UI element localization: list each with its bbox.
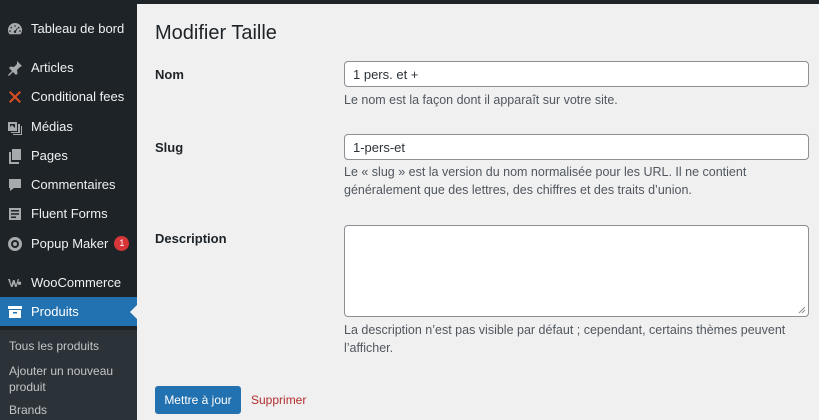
admin-sidebar: Tableau de bord Articles Conditional fee… bbox=[0, 4, 137, 420]
submenu-item-tous-les-produits[interactable]: Tous les produits bbox=[9, 338, 99, 354]
sidebar-item-pages[interactable]: Pages bbox=[0, 141, 137, 170]
slug-label: Slug bbox=[155, 140, 184, 155]
page-title: Modifier Taille bbox=[155, 22, 277, 44]
name-input[interactable] bbox=[344, 61, 809, 87]
description-textarea[interactable] bbox=[344, 225, 809, 317]
submenu-item-ajouter-produit[interactable]: Ajouter un nouveau produit bbox=[9, 363, 133, 395]
sidebar-item-conditional-fees[interactable]: Conditional fees bbox=[0, 82, 137, 111]
description-help-line: La description n’est pas visible par déf… bbox=[344, 323, 786, 337]
comment-icon bbox=[7, 177, 23, 193]
woocommerce-icon bbox=[7, 275, 23, 291]
delete-link[interactable]: Supprimer bbox=[251, 393, 306, 407]
description-label: Description bbox=[155, 231, 227, 246]
sidebar-item-label: Fluent Forms bbox=[31, 206, 108, 221]
archive-icon bbox=[7, 304, 23, 320]
update-button[interactable]: Mettre à jour bbox=[155, 386, 241, 414]
sidebar-item-articles[interactable]: Articles bbox=[0, 53, 137, 82]
sidebar-item-label: Commentaires bbox=[31, 177, 116, 192]
name-label: Nom bbox=[155, 67, 184, 82]
sidebar-item-commentaires[interactable]: Commentaires bbox=[0, 170, 137, 199]
slug-help-text: Le « slug » est la version du nom normal… bbox=[344, 163, 814, 199]
resize-handle-icon[interactable] bbox=[798, 306, 806, 314]
pages-icon bbox=[7, 148, 23, 164]
slug-input[interactable] bbox=[344, 134, 809, 160]
produits-submenu: Tous les produits Ajouter un nouveau pro… bbox=[0, 330, 137, 420]
media-icon bbox=[7, 119, 23, 135]
sidebar-item-label: Pages bbox=[31, 148, 68, 163]
sidebar-item-woocommerce[interactable]: WooCommerce bbox=[0, 268, 137, 297]
sidebar-item-label: Conditional fees bbox=[31, 89, 125, 104]
forms-icon bbox=[7, 206, 23, 222]
description-help-line: l’afficher. bbox=[344, 341, 394, 355]
submenu-item-brands[interactable]: Brands bbox=[9, 402, 47, 418]
sidebar-item-label: Tableau de bord bbox=[31, 21, 125, 36]
sidebar-item-produits[interactable]: Produits bbox=[0, 297, 137, 326]
name-help-text: Le nom est la façon dont il apparaît sur… bbox=[344, 93, 618, 107]
slug-help-line: Le « slug » est la version du nom normal… bbox=[344, 165, 747, 179]
notification-badge: 1 bbox=[114, 236, 130, 251]
popup-icon bbox=[7, 236, 23, 252]
description-help-text: La description n’est pas visible par déf… bbox=[344, 321, 814, 357]
sidebar-item-label: WooCommerce bbox=[31, 275, 122, 290]
pin-icon bbox=[7, 60, 23, 76]
sidebar-item-label: Produits bbox=[31, 304, 79, 319]
sidebar-item-popup-maker[interactable]: Popup Maker 1 bbox=[0, 229, 137, 258]
dashboard-icon bbox=[7, 21, 23, 37]
sidebar-item-fluent-forms[interactable]: Fluent Forms bbox=[0, 199, 137, 228]
cross-icon bbox=[7, 89, 23, 105]
sidebar-item-medias[interactable]: Médias bbox=[0, 112, 137, 141]
slug-help-line: généralement que des lettres, des chiffr… bbox=[344, 183, 692, 197]
sidebar-item-dashboard[interactable]: Tableau de bord bbox=[0, 14, 137, 43]
sidebar-item-label: Médias bbox=[31, 119, 73, 134]
sidebar-item-label: Popup Maker bbox=[31, 236, 109, 251]
sidebar-item-label: Articles bbox=[31, 60, 74, 75]
active-indicator bbox=[130, 305, 137, 319]
